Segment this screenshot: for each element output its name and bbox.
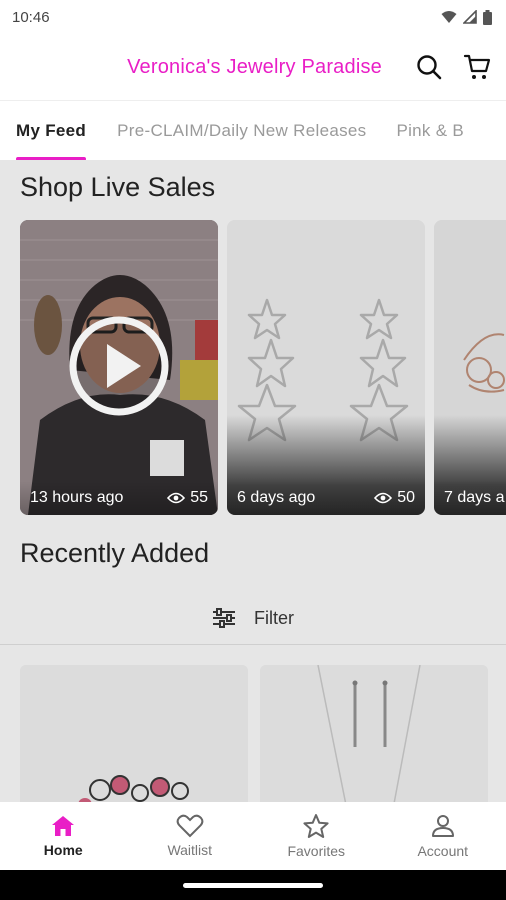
- product-image: [20, 665, 248, 802]
- view-count-value: 50: [397, 489, 415, 506]
- tab-label: Pre-CLAIM/Daily New Releases: [117, 120, 367, 140]
- card-info: 13 hours ago 55: [20, 481, 218, 515]
- battery-icon: [483, 9, 492, 25]
- status-time: 10:46: [12, 8, 50, 26]
- posted-time: 13 hours ago: [30, 489, 124, 506]
- feed-content: Shop Live Sales 13 hours ago 55 6 days a…: [0, 160, 506, 802]
- heart-icon: [176, 814, 204, 838]
- nav-favorites[interactable]: Favorites: [253, 802, 380, 870]
- signal-icon: [463, 10, 477, 24]
- app-screen: 10:46 Veronica's Jewelry Paradise My Fee…: [0, 0, 506, 900]
- play-icon[interactable]: [67, 314, 171, 418]
- view-count: 55: [167, 489, 208, 507]
- nav-label: Favorites: [287, 843, 346, 859]
- live-sale-card[interactable]: 6 days ago 50: [227, 220, 425, 515]
- search-icon[interactable]: [414, 52, 444, 82]
- app-header: Veronica's Jewelry Paradise: [0, 34, 506, 100]
- status-icons: [441, 9, 492, 25]
- eye-icon: [167, 492, 186, 504]
- live-sale-card[interactable]: 7 days a: [434, 220, 506, 515]
- tab-pink[interactable]: Pink & B: [396, 101, 465, 160]
- bottom-nav: Home Waitlist Favorites Account: [0, 802, 506, 870]
- nav-account[interactable]: Account: [380, 802, 506, 870]
- view-count-value: 55: [190, 489, 208, 506]
- filter-label: Filter: [254, 607, 294, 628]
- home-icon: [52, 816, 75, 836]
- eye-icon: [374, 492, 393, 504]
- product-card[interactable]: [20, 665, 248, 802]
- card-info: 7 days a: [434, 481, 506, 515]
- home-gesture-pill[interactable]: [183, 882, 323, 888]
- view-count: 50: [374, 489, 415, 507]
- nav-label: Account: [417, 843, 469, 859]
- store-title: Veronica's Jewelry Paradise: [127, 55, 382, 78]
- recently-added-title: Recently Added: [20, 538, 210, 568]
- gesture-bar: [0, 870, 506, 900]
- wifi-icon: [441, 11, 457, 23]
- status-bar: 10:46: [0, 0, 506, 34]
- filter-button[interactable]: Filter: [0, 590, 506, 646]
- cart-icon[interactable]: [462, 52, 492, 82]
- category-tabs: My Feed Pre-CLAIM/Daily New Releases Pin…: [0, 100, 506, 160]
- tab-label: Pink & B: [396, 120, 465, 140]
- star-icon: [303, 814, 329, 838]
- live-sales-title: Shop Live Sales: [20, 172, 216, 202]
- section-divider: [0, 644, 506, 645]
- account-icon: [431, 815, 454, 837]
- posted-time: 7 days a: [444, 489, 505, 506]
- nav-home[interactable]: Home: [0, 802, 127, 870]
- filter-sliders-icon: [213, 608, 235, 628]
- card-info: 6 days ago 50: [227, 481, 425, 515]
- nav-waitlist[interactable]: Waitlist: [127, 802, 254, 870]
- product-card[interactable]: [260, 665, 488, 802]
- product-image: [260, 665, 488, 802]
- tab-label: My Feed: [16, 120, 87, 140]
- tab-pre-claim[interactable]: Pre-CLAIM/Daily New Releases: [117, 101, 367, 160]
- nav-label: Waitlist: [167, 842, 213, 858]
- tab-my-feed[interactable]: My Feed: [16, 101, 87, 160]
- live-sale-card[interactable]: 13 hours ago 55: [20, 220, 218, 515]
- nav-label: Home: [43, 842, 83, 858]
- posted-time: 6 days ago: [237, 489, 316, 506]
